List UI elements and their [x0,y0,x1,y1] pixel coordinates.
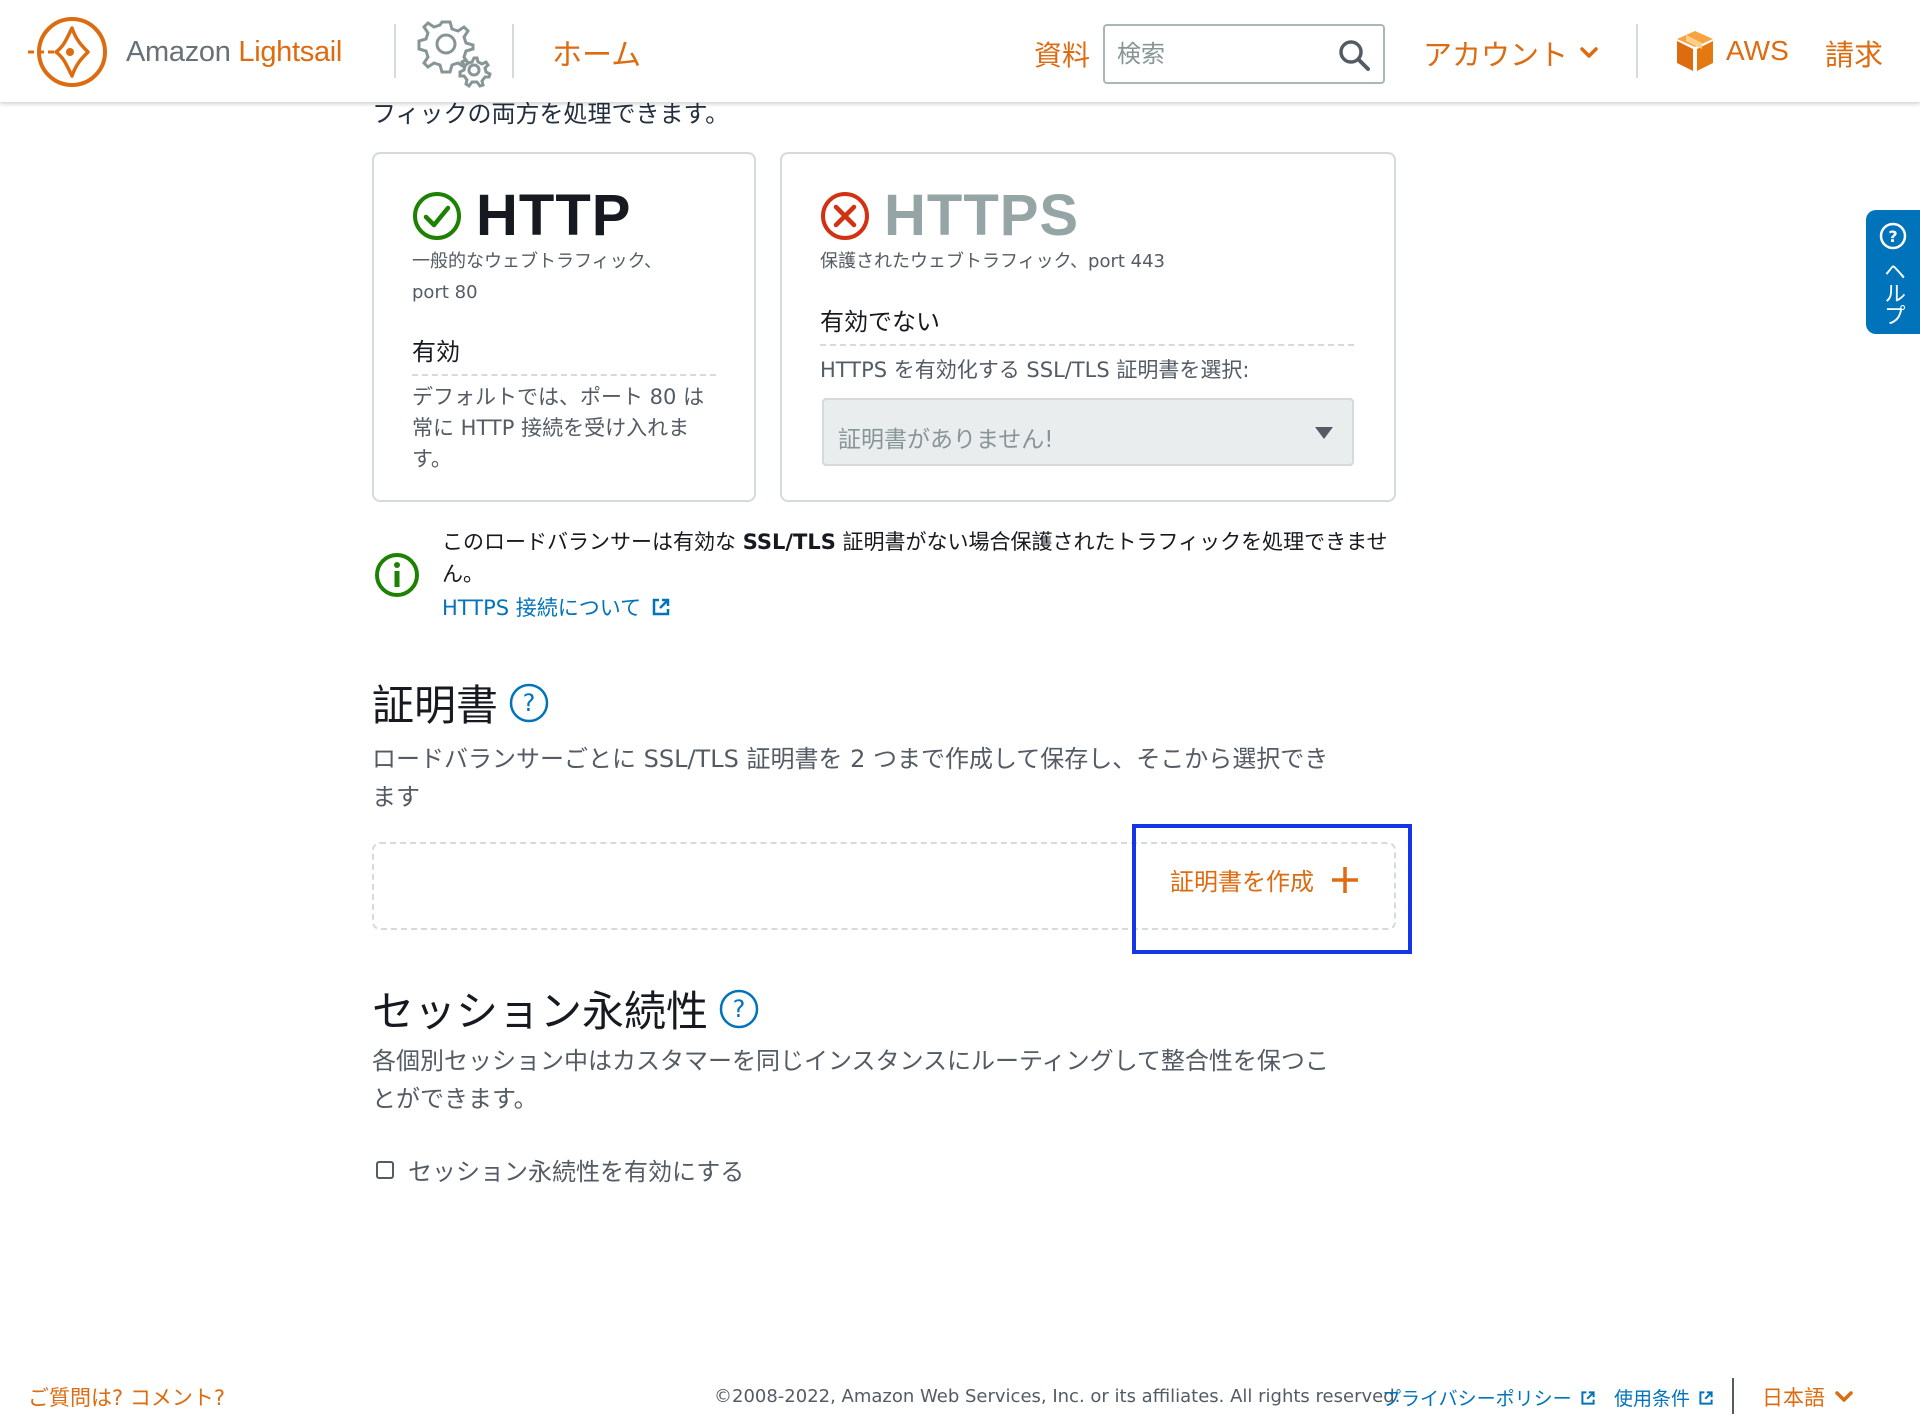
https-card-header: HTTPS [820,182,1079,249]
copyright-text: ©2008-2022, Amazon Web Services, Inc. or… [714,1386,1401,1407]
http-subtitle: 一般的なウェブトラフィック、 port 80 [412,246,662,308]
http-protocol-label: HTTP [476,183,632,248]
gear-icon [417,20,492,89]
http-state: 有効 [412,332,716,376]
chevron-down-icon [1835,1391,1853,1402]
external-link-icon [1581,1390,1595,1405]
https-card: HTTPS 保護されたウェブトラフィック、port 443 有効でない HTTP… [780,152,1396,502]
account-menu[interactable]: アカウント [1423,32,1598,74]
certificates-description: ロードバランサーごとに SSL/TLS 証明書を 2 つまで作成して保存し、そこ… [372,745,1329,811]
check-circle-icon [413,191,461,240]
session-persistence-description: 各個別セッション中はカスタマーを同じインスタンスにルーティングして整合性を保つこ… [372,1047,1329,1113]
help-question-icon[interactable]: ? [718,988,760,1030]
help-side-tab[interactable]: ? ヘルプ [1866,210,1920,334]
divider [1732,1378,1734,1414]
settings-gear-button[interactable] [416,14,496,89]
http-port-label: port 80 [412,282,478,303]
language-selector[interactable]: 日本語 [1762,1382,1853,1412]
session-persistence-title: セッション永続性 ? [372,978,760,1039]
certificates-title-text: 証明書 [372,681,499,730]
help-tab-label: ヘルプ [1880,260,1905,326]
search-box [1103,24,1385,84]
session-persistence-checkbox[interactable]: セッション永続性を有効にする [376,1152,744,1187]
search-icon[interactable] [1337,38,1371,72]
account-label: アカウント [1423,38,1569,72]
certificates-title: 証明書 ? [372,672,550,733]
docs-link[interactable]: 資料 [1034,34,1090,74]
home-link[interactable]: ホーム [552,30,641,74]
certificate-select-value: 証明書がありません! [838,427,1054,453]
lightsail-logo-icon [28,17,107,87]
footer: ご質問は? コメント? ©2008-2022, Amazon Web Servi… [0,1370,1920,1428]
session-persistence-checkbox-label: セッション永続性を有効にする [408,1158,745,1186]
highlight-annotation-box [1132,824,1412,954]
https-about-link[interactable]: HTTPS 接続について [442,592,671,622]
brand-home-link[interactable]: Amazon Lightsail [26,16,342,88]
http-description: デフォルトでは、ポート 80 は常に HTTP 接続を受け入れます。 [412,385,705,471]
info-text: このロードバランサーは有効な SSL/TLS 証明書がない場合保護されたトラフィ… [442,530,1388,586]
aws-console-link[interactable]: AWS [1674,28,1789,74]
http-subtitle-line: 一般的なウェブトラフィック、 [412,251,663,272]
terms-of-use-link[interactable]: 使用条件 [1614,1384,1714,1411]
https-about-link-label: HTTPS 接続について [442,596,642,620]
external-link-icon [652,598,670,616]
svg-text:?: ? [523,689,536,717]
certificate-select[interactable]: 証明書がありません! [822,398,1354,466]
svg-text:?: ? [733,995,746,1023]
https-protocol-label: HTTPS [884,183,1080,248]
checkbox[interactable] [376,1160,394,1179]
divider [512,24,514,78]
brand-name: Amazon Lightsail [126,35,343,68]
https-subtitle: 保護されたウェブトラフィック、port 443 [820,251,1165,272]
http-card: HTTP 一般的なウェブトラフィック、 port 80 有効 デフォルトでは、ポ… [372,152,756,502]
privacy-policy-label: プライバシーポリシー [1382,1388,1572,1410]
help-question-icon[interactable]: ? [508,682,550,724]
language-label: 日本語 [1762,1386,1825,1410]
feedback-link[interactable]: ご質問は? コメント? [28,1382,225,1412]
billing-link[interactable]: 請求 [1825,32,1883,74]
divider [394,24,396,78]
info-icon [375,553,419,597]
https-certificate-prompt: HTTPS を有効化する SSL/TLS 証明書を選択: [820,358,1250,382]
divider [1636,24,1638,78]
top-navigation-bar: Amazon Lightsail ホーム 資料 アカウント [0,0,1920,102]
aws-label: AWS [1726,35,1789,66]
search-input[interactable] [1117,37,1327,71]
help-question-icon: ? [1879,222,1907,250]
aws-cube-icon [1677,31,1713,71]
caret-down-icon [1315,427,1333,439]
error-circle-icon [821,191,869,240]
external-link-icon [1699,1390,1713,1405]
privacy-policy-link[interactable]: プライバシーポリシー [1382,1384,1596,1411]
session-persistence-title-text: セッション永続性 [372,987,709,1036]
svg-text:?: ? [1888,227,1897,246]
http-card-header: HTTP [412,182,631,249]
chevron-down-icon [1580,47,1598,58]
terms-of-use-label: 使用条件 [1614,1388,1691,1410]
https-state: 有効でない [820,302,1354,346]
